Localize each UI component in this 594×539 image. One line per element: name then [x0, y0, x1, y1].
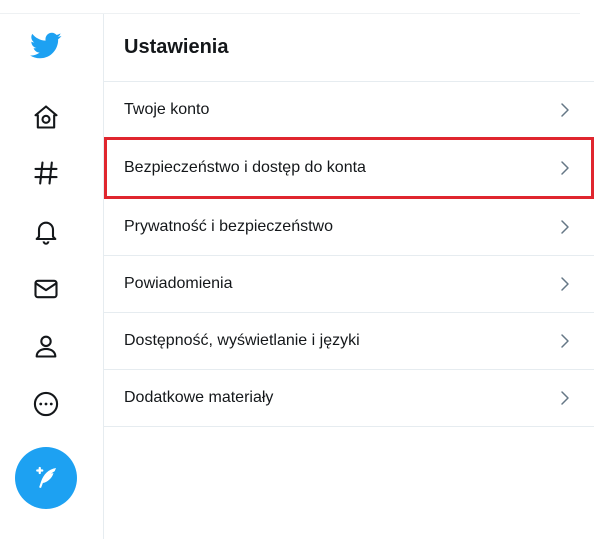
- settings-header: Ustawienia: [104, 14, 594, 82]
- explore-hashtag-icon[interactable]: [30, 157, 62, 189]
- settings-item-label: Twoje konto: [124, 101, 210, 118]
- settings-item-dostepnosc[interactable]: Dostępność, wyświetlanie i języki: [104, 313, 594, 370]
- settings-item-label: Dostępność, wyświetlanie i języki: [124, 332, 360, 349]
- page-title: Ustawienia: [124, 36, 229, 58]
- settings-item-label: Bezpieczeństwo i dostęp do konta: [124, 159, 366, 176]
- twitter-logo-icon[interactable]: [30, 30, 62, 62]
- profile-person-icon[interactable]: [30, 330, 62, 362]
- settings-item-label: Dodatkowe materiały: [124, 389, 274, 406]
- chevron-right-icon: [561, 334, 569, 348]
- compose-tweet-icon: [36, 466, 56, 488]
- chevron-right-icon: [561, 103, 569, 117]
- settings-panel: Ustawienia Twoje konto Bezpieczeństwo i …: [104, 14, 594, 539]
- compose-tweet-button[interactable]: [15, 447, 77, 509]
- chevron-right-icon: [561, 220, 569, 234]
- settings-item-label: Prywatność i bezpieczeństwo: [124, 218, 333, 235]
- settings-item-twoje-konto[interactable]: Twoje konto: [104, 82, 594, 139]
- chevron-right-icon: [561, 161, 569, 175]
- settings-item-prywatnosc[interactable]: Prywatność i bezpieczeństwo: [104, 199, 594, 256]
- settings-item-powiadomienia[interactable]: Powiadomienia: [104, 256, 594, 313]
- chevron-right-icon: [561, 277, 569, 291]
- settings-item-label: Powiadomienia: [124, 275, 233, 292]
- settings-item-dodatkowe-materialy[interactable]: Dodatkowe materiały: [104, 370, 594, 427]
- notifications-bell-icon[interactable]: [30, 216, 62, 248]
- settings-item-bezpieczenstwo-dostep[interactable]: Bezpieczeństwo i dostęp do konta: [104, 137, 594, 199]
- messages-envelope-icon[interactable]: [30, 273, 62, 305]
- chevron-right-icon: [561, 391, 569, 405]
- more-options-icon[interactable]: [30, 388, 62, 420]
- home-icon[interactable]: [30, 101, 62, 133]
